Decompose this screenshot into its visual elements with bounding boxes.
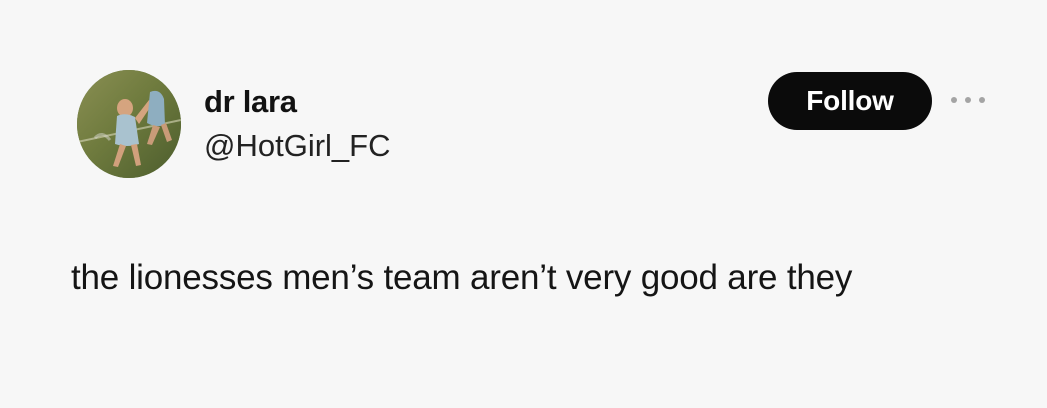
display-name[interactable]: dr lara bbox=[204, 84, 297, 120]
tweet-card: dr lara @HotGirl_FC Follow the lionesses… bbox=[0, 0, 1047, 408]
follow-button[interactable]: Follow bbox=[768, 72, 932, 130]
avatar-image bbox=[77, 70, 181, 178]
tweet-text: the lionesses men’s team aren’t very goo… bbox=[71, 258, 853, 297]
more-dot-1 bbox=[951, 97, 957, 103]
user-handle[interactable]: @HotGirl_FC bbox=[204, 128, 390, 164]
more-dot-2 bbox=[965, 97, 971, 103]
more-dot-3 bbox=[979, 97, 985, 103]
more-horizontal-icon[interactable] bbox=[951, 93, 985, 107]
avatar[interactable] bbox=[77, 70, 181, 178]
